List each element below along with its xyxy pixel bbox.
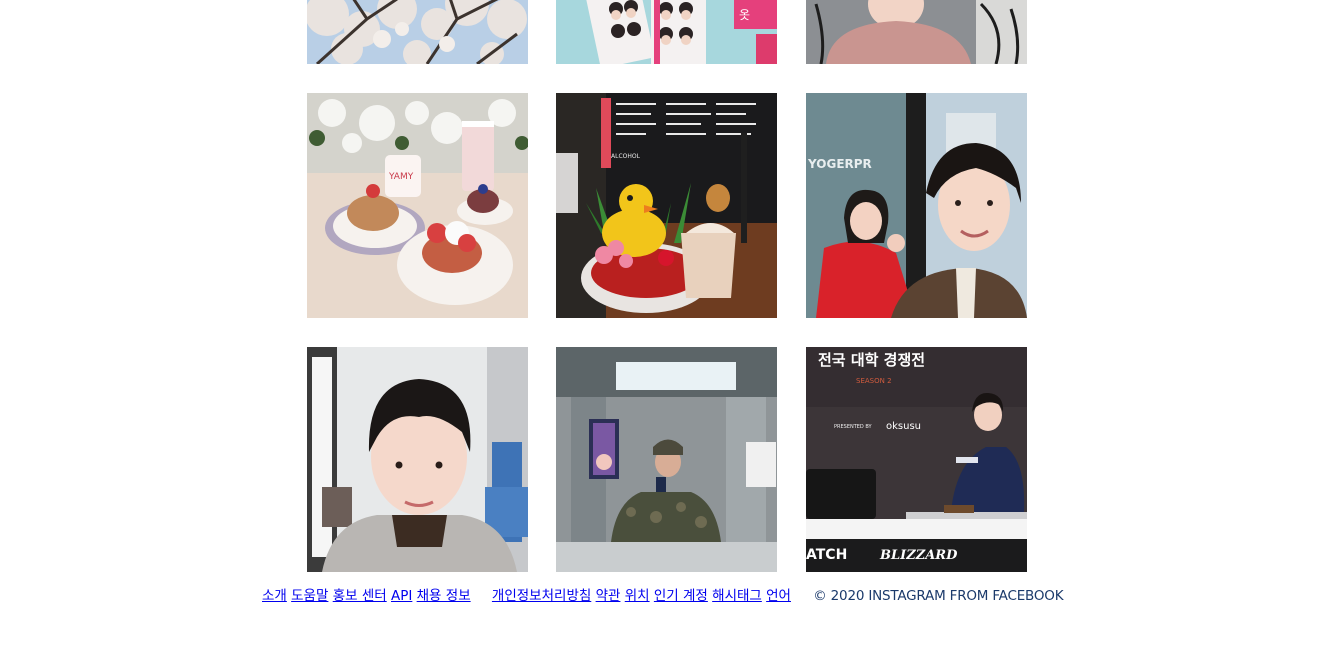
footer-link-hashtags[interactable]: 해시태그 [712, 588, 762, 604]
contest-title-overlay: 전국 대학 경쟁전 [818, 351, 925, 369]
footer-link-top-accounts[interactable]: 인기 계정 [654, 588, 708, 604]
footer-link-help[interactable]: 도움말 [291, 588, 328, 604]
footer-link-api[interactable]: API [391, 588, 412, 604]
svg-text:ALCOHOL: ALCOHOL [611, 153, 641, 160]
copyright-text: © 2020 INSTAGRAM FROM FACEBOOK [813, 588, 1064, 604]
post-thumbnail-rubber-duck-drink[interactable]: ALCOHOL [556, 93, 777, 318]
footer-link-jobs[interactable]: 채용 정보 [417, 588, 471, 604]
cafe-selfie-photo [806, 0, 1027, 64]
photo-booth-strips-photo: 옷 [556, 0, 777, 64]
rubber-duck-drink-photo: ALCOHOL [556, 93, 777, 318]
post-thumbnail-cafe-desserts[interactable]: YAMY [307, 93, 528, 318]
banner-right-overlay: BLIZZARD [879, 548, 958, 563]
post-thumbnail-couple-selfie[interactable]: YOGERPR [806, 93, 1027, 318]
post-thumbnail-elevator-selfie[interactable] [556, 347, 777, 572]
svg-text:옷: 옷 [739, 8, 750, 22]
post-thumbnail-esports-tournament[interactable]: 전국 대학 경쟁전 SEASON 2 PRESENTED BY oksusu A… [806, 347, 1027, 572]
footer-link-locations[interactable]: 위치 [625, 588, 650, 604]
bus-selfie-photo [307, 347, 528, 572]
couple-selfie-photo: YOGERPR [806, 93, 1027, 318]
cafe-desserts-photo: YAMY [307, 93, 528, 318]
post-thumbnail-photo-booth[interactable]: 옷 [556, 0, 777, 64]
post-thumbnail-cherry-blossom[interactable] [307, 0, 528, 64]
footer: 소개 도움말 홍보 센터 API 채용 정보 개인정보처리방침 약관 위치 인기… [262, 586, 1122, 606]
footer-link-about[interactable]: 소개 [262, 588, 287, 604]
footer-link-language[interactable]: 언어 [766, 588, 791, 604]
footer-link-privacy[interactable]: 개인정보처리방침 [492, 588, 591, 604]
post-thumbnail-cafe-selfie[interactable] [806, 0, 1027, 64]
presented-by-overlay: PRESENTED BY [834, 424, 873, 430]
banner-left-overlay: ATCH [806, 547, 847, 563]
season-overlay: SEASON 2 [856, 377, 892, 385]
cherry-blossom-photo [307, 0, 528, 64]
post-thumbnail-bus-selfie[interactable] [307, 347, 528, 572]
svg-text:YAMY: YAMY [388, 172, 414, 182]
svg-text:YOGERPR: YOGERPR [807, 157, 872, 171]
sponsor-overlay: oksusu [886, 421, 921, 432]
footer-link-terms[interactable]: 약관 [596, 588, 621, 604]
footer-link-press[interactable]: 홍보 센터 [333, 588, 387, 604]
esports-tournament-photo: 전국 대학 경쟁전 SEASON 2 PRESENTED BY oksusu A… [806, 347, 1027, 572]
elevator-mirror-selfie-photo [556, 347, 777, 572]
